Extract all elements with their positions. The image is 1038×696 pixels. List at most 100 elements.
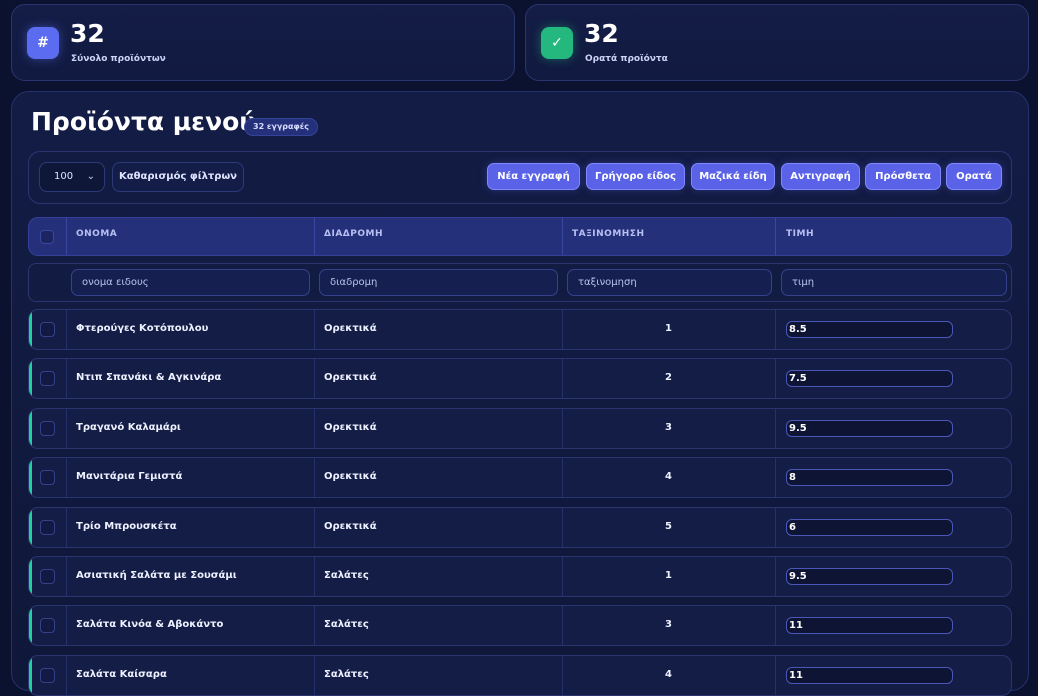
table-row[interactable]: Μανιτάρια Γεμιστά Ορεκτικά 4 [28, 457, 1012, 499]
row-route: Ορεκτικά [324, 421, 377, 433]
row-name: Σαλάτα Καίσαρα [76, 668, 167, 680]
products-panel: Προϊόντα μενού 32 εγγραφές 100 ⌄ Καθαρισ… [11, 91, 1029, 696]
chevron-down-icon: ⌄ [86, 171, 95, 182]
row-name: Μανιτάρια Γεμιστά [76, 471, 183, 483]
row-price-input[interactable] [786, 469, 953, 487]
column-divider [314, 310, 315, 349]
table-row[interactable]: Τρίο Μπρουσκέτα Ορεκτικά 5 [28, 506, 1012, 548]
row-route: Σαλάτες [324, 668, 369, 680]
row-checkbox[interactable] [40, 569, 55, 584]
row-route: Ορεκτικά [324, 323, 377, 334]
column-divider [775, 507, 776, 547]
filter-price-input[interactable] [781, 269, 1007, 296]
visible-button[interactable]: Ορατά [946, 163, 1002, 190]
row-accent [29, 557, 32, 596]
page-size-select[interactable]: 100 ⌄ [39, 162, 105, 192]
page-size-value: 100 [54, 171, 74, 182]
row-accent [29, 359, 32, 399]
row-sort: 4 [665, 668, 672, 680]
column-divider [314, 507, 315, 547]
row-price-input[interactable] [786, 370, 953, 388]
row-route: Ορεκτικά [324, 520, 377, 532]
row-name: Τραγανό Καλαμάρι [76, 421, 181, 433]
row-checkbox[interactable] [40, 519, 55, 535]
stat-label: Σύνολο προϊόντων [71, 54, 166, 64]
column-header-route[interactable]: ΔΙΑΔΡΟΜΗ [324, 218, 383, 255]
row-checkbox[interactable] [40, 322, 55, 337]
filter-route-input[interactable] [319, 269, 558, 296]
column-divider [775, 310, 776, 349]
column-divider [66, 458, 67, 498]
extras-button[interactable]: Πρόσθετα [865, 163, 941, 190]
column-header-price[interactable]: ΤΙΜΗ [786, 218, 814, 255]
row-sort: 2 [665, 372, 672, 384]
column-divider [775, 606, 776, 646]
column-divider [314, 458, 315, 498]
row-sort: 1 [665, 570, 672, 581]
column-divider [66, 655, 67, 695]
copy-button[interactable]: Αντιγραφή [781, 163, 860, 190]
stats-row: # 32 Σύνολο προϊόντων ✓ 32 Ορατά προϊόντ… [11, 4, 1029, 81]
column-divider [314, 218, 315, 255]
table-row[interactable]: Φτερούγες Κοτόπουλου Ορεκτικά 1 [28, 309, 1012, 350]
new-record-button[interactable]: Νέα εγγραφή [487, 163, 580, 190]
row-checkbox[interactable] [40, 371, 55, 387]
row-price-input[interactable] [786, 321, 953, 338]
table-row[interactable]: Τραγανό Καλαμάρι Ορεκτικά 3 [28, 407, 1012, 449]
column-divider [314, 408, 315, 448]
check-icon: ✓ [541, 27, 573, 59]
column-divider [775, 218, 776, 255]
row-accent [29, 507, 32, 547]
filter-name-input[interactable] [71, 269, 310, 296]
row-name: Ασιατική Σαλάτα με Σουσάμι [76, 570, 237, 581]
row-price-input[interactable] [786, 568, 953, 585]
hash-icon: # [27, 27, 59, 59]
stat-card-visible-products: ✓ 32 Ορατά προϊόντα [525, 4, 1029, 81]
row-price-input[interactable] [786, 666, 953, 684]
stat-card-total-products: # 32 Σύνολο προϊόντων [11, 4, 515, 81]
row-route: Σαλάτες [324, 619, 369, 631]
column-divider [775, 458, 776, 498]
column-divider [66, 606, 67, 646]
column-divider [66, 218, 67, 255]
filter-sort-input[interactable] [567, 269, 772, 296]
bulk-items-button[interactable]: Μαζικά είδη [691, 163, 775, 190]
record-count-badge: 32 εγγραφές [244, 118, 318, 136]
row-price-input[interactable] [786, 419, 953, 437]
table-row[interactable]: Ασιατική Σαλάτα με Σουσάμι Σαλάτες 1 [28, 556, 1012, 597]
row-checkbox[interactable] [40, 618, 55, 634]
table-row[interactable]: Σαλάτα Κινόα & Αβοκάντο Σαλάτες 3 [28, 605, 1012, 647]
column-divider [66, 310, 67, 349]
table-row[interactable]: Σαλάτα Καίσαρα Σαλάτες 4 [28, 654, 1012, 696]
row-sort: 3 [665, 421, 672, 433]
row-checkbox[interactable] [40, 420, 55, 436]
row-price-input[interactable] [786, 518, 953, 536]
column-divider [314, 359, 315, 399]
column-header-sort[interactable]: ΤΑΞΙΝΟΜΗΣΗ [572, 218, 645, 255]
column-divider [66, 557, 67, 596]
row-route: Ορεκτικά [324, 471, 377, 483]
column-divider [314, 557, 315, 596]
row-route: Σαλάτες [324, 570, 369, 581]
table-row[interactable]: Ντιπ Σπανάκι & Αγκινάρα Ορεκτικά 2 [28, 358, 1012, 400]
column-divider [775, 655, 776, 695]
stat-value: 32 [584, 19, 619, 48]
row-sort: 3 [665, 619, 672, 631]
row-name: Φτερούγες Κοτόπουλου [76, 323, 209, 334]
row-accent [29, 606, 32, 646]
row-name: Ντιπ Σπανάκι & Αγκινάρα [76, 372, 222, 384]
quick-item-button[interactable]: Γρήγορο είδος [586, 163, 685, 190]
row-checkbox[interactable] [40, 667, 55, 683]
select-all-checkbox[interactable] [40, 230, 54, 244]
stat-value: 32 [70, 19, 105, 48]
row-accent [29, 655, 32, 695]
clear-filters-button[interactable]: Καθαρισμός φίλτρων [112, 162, 244, 192]
row-name: Τρίο Μπρουσκέτα [76, 520, 177, 532]
stat-label: Ορατά προϊόντα [585, 54, 668, 64]
column-header-name[interactable]: ΟΝΟΜΑ [76, 218, 117, 255]
row-price-input[interactable] [786, 617, 953, 635]
column-divider [314, 655, 315, 695]
column-divider [775, 408, 776, 448]
row-sort: 1 [665, 323, 672, 334]
row-checkbox[interactable] [40, 470, 55, 486]
